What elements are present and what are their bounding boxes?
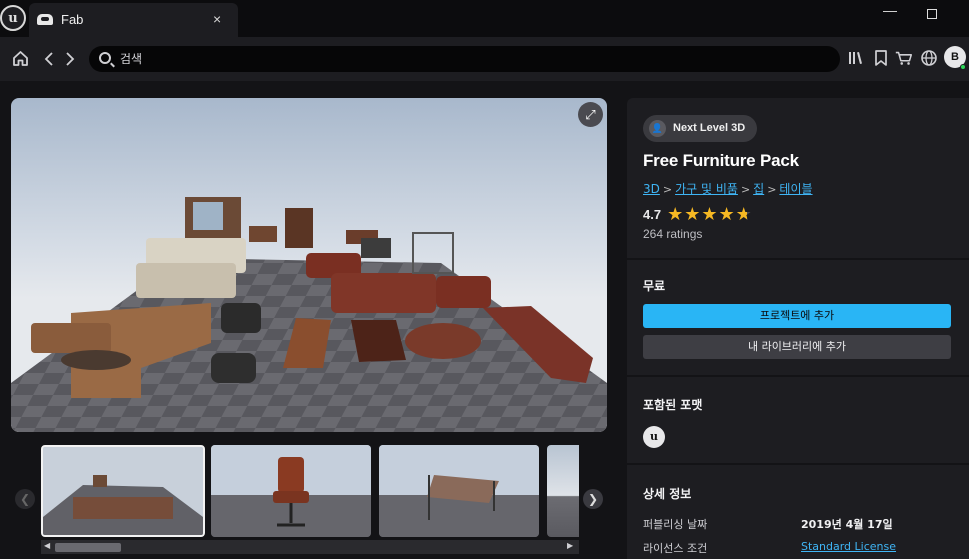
chevron-right-icon: > (740, 183, 751, 196)
search-bar[interactable] (89, 46, 840, 72)
carousel-next-icon[interactable]: ❯ (583, 489, 603, 509)
publish-date-label: 퍼블리싱 날짜 (643, 518, 708, 531)
library-icon[interactable] (846, 49, 866, 67)
tab-close-icon[interactable]: × (213, 11, 221, 27)
publish-date-value: 2019년 4월 17일 (801, 518, 893, 531)
seller-avatar-icon: 👤 (649, 120, 666, 137)
breadcrumb-furniture[interactable]: 가구 및 비품 (675, 182, 738, 196)
add-to-library-button[interactable]: 내 라이브러리에 추가 (643, 335, 951, 359)
chevron-right-icon: > (662, 183, 673, 196)
globe-icon[interactable] (919, 49, 939, 67)
details-card: 상세 정보 퍼블리싱 날짜 2019년 4월 17일 라이선스 조건 Stand… (627, 465, 969, 559)
star-icon: ★ (701, 204, 718, 224)
thumbnail-image (211, 445, 371, 537)
ratings-count: 264 ratings (643, 227, 703, 241)
product-info-card: 👤 Next Level 3D Free Furniture Pack 3D > 가… (627, 98, 969, 258)
thumbnail-office-chair[interactable] (211, 445, 371, 537)
scrollbar-thumb[interactable] (55, 543, 121, 552)
furniture-scene-image (11, 197, 607, 432)
maximize-button[interactable] (927, 9, 937, 19)
license-label: 라이선스 조건 (643, 542, 708, 555)
home-icon[interactable] (11, 49, 30, 68)
breadcrumb-3d[interactable]: 3D (643, 182, 660, 196)
minimize-button[interactable]: — (880, 2, 900, 26)
bookmark-icon[interactable] (871, 49, 891, 67)
formats-card: 포함된 포맷 u (627, 377, 969, 463)
rating-row: 4.7 ★ ★ ★ ★ ★ (643, 204, 753, 225)
details-label: 상세 정보 (643, 487, 692, 501)
thumbnail-metal-bed[interactable] (379, 445, 539, 537)
seller-name: Next Level 3D (673, 122, 746, 134)
search-input[interactable] (120, 50, 820, 68)
thumbnail-furniture-overview[interactable] (41, 445, 205, 537)
title-bar: u Fab × — (0, 0, 969, 37)
unreal-engine-format-icon[interactable]: u (643, 426, 665, 448)
tab-title: Fab (61, 12, 84, 27)
product-side-panel: 👤 Next Level 3D Free Furniture Pack 3D > 가… (627, 98, 969, 559)
pricing-card: 무료 프로젝트에 추가 내 라이브러리에 추가 (627, 260, 969, 375)
unreal-logo-icon: u (0, 5, 26, 31)
chevron-right-icon: > (767, 183, 777, 196)
thumbnail-image (43, 447, 203, 535)
thumbnail-image (379, 445, 539, 537)
scroll-right-icon[interactable]: ▶ (567, 541, 573, 550)
thumbnail-partial[interactable] (547, 445, 579, 537)
carousel-prev-icon[interactable]: ❮ (15, 489, 35, 509)
back-icon[interactable] (43, 51, 55, 67)
formats-label: 포함된 포맷 (643, 398, 703, 412)
tab-fab[interactable]: Fab × (29, 3, 238, 37)
main-preview-image[interactable] (11, 98, 607, 432)
search-icon (99, 52, 111, 64)
seller-chip[interactable]: 👤 Next Level 3D (643, 115, 758, 142)
expand-icon[interactable]: ⤢ (578, 102, 603, 127)
star-icon: ★ (667, 204, 684, 224)
license-link[interactable]: Standard License (801, 540, 896, 553)
breadcrumb-home[interactable]: 집 (753, 182, 764, 196)
cart-icon[interactable] (894, 49, 914, 67)
thumbnail-strip (41, 443, 579, 537)
rating-value: 4.7 (643, 207, 662, 222)
product-title: Free Furniture Pack (643, 151, 799, 170)
half-star-icon: ★ (735, 204, 752, 224)
fab-icon (37, 14, 53, 25)
star-icon: ★ (718, 204, 735, 224)
thumbnail-scrollbar[interactable]: ◀ ▶ (41, 540, 579, 554)
price-label: 무료 (643, 279, 666, 293)
star-icon: ★ (684, 204, 701, 224)
breadcrumb-table[interactable]: 테이블 (779, 182, 812, 196)
scroll-left-icon[interactable]: ◀ (44, 541, 50, 550)
online-status-dot (960, 64, 966, 70)
forward-icon[interactable] (64, 51, 76, 67)
toolbar: B (0, 37, 969, 81)
add-to-project-button[interactable]: 프로젝트에 추가 (643, 304, 951, 328)
breadcrumb: 3D > 가구 및 비품 > 집 > 테이블 (643, 180, 813, 197)
